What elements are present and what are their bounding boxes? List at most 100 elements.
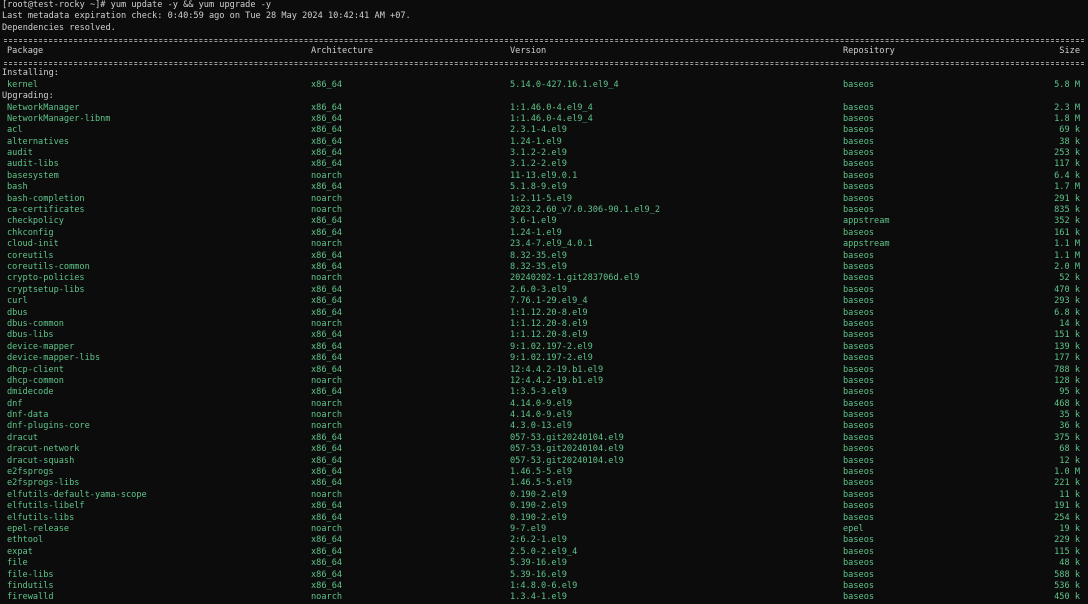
table-row: audit x86_64 3.1.2-2.el9 baseos 253 k — [2, 148, 1086, 159]
package-name: cryptsetup-libs — [7, 284, 85, 295]
package-name: device-mapper — [7, 341, 75, 352]
package-arch: x86_64 — [311, 296, 343, 307]
package-version: 1:1.46.0-4.el9_4 — [510, 102, 593, 113]
package-repo: baseos — [843, 455, 875, 466]
package-name: device-mapper-libs — [7, 353, 101, 364]
table-row: device-mapper-libs x86_64 9:1.02.197-2.el9… — [2, 353, 1086, 364]
terminal-window[interactable]: [root@test-rocky ~]# yum update -y && yu… — [0, 0, 1088, 603]
package-size: 293 k — [1054, 296, 1080, 307]
package-repo: baseos — [843, 318, 875, 329]
package-version: 0.190-2.el9 — [510, 501, 567, 512]
installing-section-label: Installing: — [2, 68, 59, 79]
package-size: 254 k — [1054, 512, 1080, 523]
package-repo: baseos — [843, 512, 875, 523]
table-row: cloud-init noarch 23.4-7.el9_4.0.1 appstrea… — [2, 239, 1086, 250]
package-size: 352 k — [1054, 216, 1080, 227]
upgrading-list: NetworkManager x86_64 1:1.46.0-4.el9_4 base… — [2, 103, 1086, 604]
package-arch: noarch — [311, 239, 343, 250]
table-row: device-mapper x86_64 9:1.02.197-2.el9 baseo… — [2, 342, 1086, 353]
table-row: e2fsprogs x86_64 1.46.5-5.el9 baseos 1.0 M — [2, 467, 1086, 478]
package-repo: baseos — [843, 250, 875, 261]
package-name: dnf — [7, 398, 23, 409]
table-row: expat x86_64 2.5.0-2.el9_4 baseos 115 k — [2, 547, 1086, 558]
package-size: 35 k — [1059, 410, 1080, 421]
package-repo: appstream — [843, 216, 890, 227]
table-row: coreutils x86_64 8.32-35.el9 baseos 1.1 M — [2, 251, 1086, 262]
package-version: 1:1.12.20-8.el9 — [510, 307, 588, 318]
package-size: 52 k — [1059, 273, 1080, 284]
package-version: 1:1.12.20-8.el9 — [510, 330, 588, 341]
package-size: 450 k — [1054, 592, 1080, 603]
separator-header — [2, 57, 1086, 68]
package-arch: x86_64 — [311, 455, 343, 466]
package-repo: baseos — [843, 410, 875, 421]
package-size: 139 k — [1054, 341, 1080, 352]
package-arch: noarch — [311, 193, 343, 204]
package-name: dbus — [7, 307, 28, 318]
package-version: 0.190-2.el9 — [510, 512, 567, 523]
package-size: 253 k — [1054, 148, 1080, 159]
package-version: 5.1.8-9.el9 — [510, 182, 567, 193]
package-version: 1:1.46.0-4.el9_4 — [510, 113, 593, 124]
package-size: 117 k — [1054, 159, 1080, 170]
package-repo: baseos — [843, 341, 875, 352]
package-arch: x86_64 — [311, 182, 343, 193]
table-row: cryptsetup-libs x86_64 2.6.0-3.el9 baseos 47… — [2, 285, 1086, 296]
package-version: 12:4.4.2-19.b1.el9 — [510, 364, 604, 375]
package-name: elfutils-libs — [7, 512, 75, 523]
table-row: ca-certificates noarch 2023.2.60_v7.0.306-… — [2, 205, 1086, 216]
package-size: 69 k — [1059, 125, 1080, 136]
package-size: 470 k — [1054, 284, 1080, 295]
package-arch: noarch — [311, 205, 343, 216]
package-repo: baseos — [843, 148, 875, 159]
package-repo: baseos — [843, 330, 875, 341]
package-version: 1.46.5-5.el9 — [510, 467, 573, 478]
table-row: NetworkManager x86_64 1:1.46.0-4.el9_4 base… — [2, 103, 1086, 114]
package-arch: x86_64 — [311, 261, 343, 272]
package-repo: baseos — [843, 113, 875, 124]
package-size: 788 k — [1054, 364, 1080, 375]
table-row: audit-libs x86_64 3.1.2-2.el9 baseos 117 k — [2, 159, 1086, 170]
package-repo: baseos — [843, 353, 875, 364]
separator-top — [2, 34, 1086, 45]
package-version: 1.24-1.el9 — [510, 136, 562, 147]
package-name: dhcp-common — [7, 375, 64, 386]
package-arch: x86_64 — [311, 580, 343, 591]
package-size: 161 k — [1054, 227, 1080, 238]
package-name: dracut-squash — [7, 455, 75, 466]
package-version: 9:1.02.197-2.el9 — [510, 353, 593, 364]
package-arch: x86_64 — [311, 250, 343, 261]
package-arch: noarch — [311, 398, 343, 409]
package-arch: noarch — [311, 375, 343, 386]
package-arch: x86_64 — [311, 535, 343, 546]
package-version: 4.14.0-9.el9 — [510, 398, 573, 409]
package-repo: baseos — [843, 296, 875, 307]
package-arch: x86_64 — [311, 284, 343, 295]
package-repo: baseos — [843, 467, 875, 478]
table-row: bash-completion noarch 1:2.11-5.el9 baseos 2… — [2, 194, 1086, 205]
package-version: 1:1.12.20-8.el9 — [510, 318, 588, 329]
table-row: basesystem noarch 11-13.el9.0.1 baseos 6.4 k — [2, 171, 1086, 182]
package-size: 1.0 M — [1054, 467, 1080, 478]
package-arch: noarch — [311, 523, 343, 534]
package-version: 1:2.11-5.el9 — [510, 193, 573, 204]
header-architecture: Architecture — [311, 45, 374, 56]
package-size: 177 k — [1054, 353, 1080, 364]
package-version: 9:1.02.197-2.el9 — [510, 341, 593, 352]
package-version: 23.4-7.el9_4.0.1 — [510, 239, 593, 250]
package-repo: baseos — [843, 159, 875, 170]
package-repo: baseos — [843, 273, 875, 284]
package-version: 2023.2.60_v7.0.306-90.1.el9_2 — [510, 205, 661, 216]
package-size: 1.7 M — [1054, 182, 1080, 193]
package-name: dhcp-client — [7, 364, 64, 375]
package-repo: baseos — [843, 558, 875, 569]
dependencies-resolved-line: Dependencies resolved. — [2, 22, 116, 33]
package-name: epel-release — [7, 523, 70, 534]
header-version: Version — [510, 45, 547, 56]
header-size: Size — [1059, 45, 1080, 56]
package-version: 5.39-16.el9 — [510, 558, 567, 569]
package-repo: baseos — [843, 478, 875, 489]
table-row: ethtool x86_64 2:6.2-1.el9 baseos 229 k — [2, 535, 1086, 546]
table-row: dmidecode x86_64 1:3.5-3.el9 baseos 95 k — [2, 387, 1086, 398]
package-name: dnf-plugins-core — [7, 421, 90, 432]
